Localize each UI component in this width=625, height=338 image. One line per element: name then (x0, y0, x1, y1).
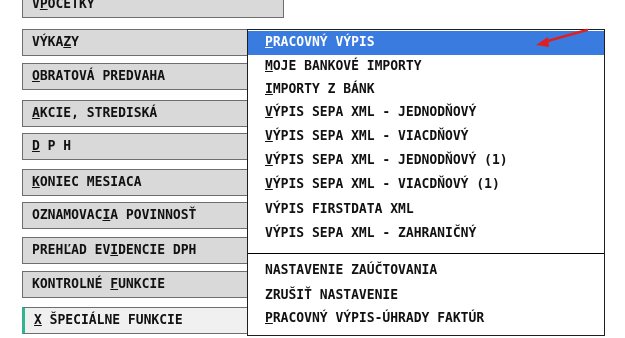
menu-item-label: VÝPIS FIRSTDATA XML (265, 202, 414, 217)
menu-item-hotkey: M (265, 59, 273, 74)
menu-item-label: RACOVNÝ VÝPIS (272, 35, 375, 50)
sidebar-item-label: A POVINNOSŤ (110, 208, 197, 223)
sidebar-item-label-prefix: V (32, 0, 40, 12)
menu-item-vypis-sepa-viacdnovy-1[interactable]: VÝPIS SEPA XML - VIACDŇOVÝ (1) (248, 173, 604, 197)
sidebar-item-prehlad-evidencie-dph[interactable]: PREHĽAD EVIDENCIE DPH (22, 237, 284, 264)
application-window: VPOČETKY VÝKAZY OBRATOVÁ PREDVAHA AKCIE,… (0, 0, 625, 338)
sidebar-item-hotkey: P (39, 0, 48, 12)
menu-item-label: NASTAVENIE ZAÚČTOVANIA (265, 263, 438, 278)
menu-item-hotkey: V (265, 129, 273, 144)
sidebar-item-label-prefix: OZNAMOVAC (32, 208, 103, 223)
menu-item-hotkey: V (265, 105, 273, 120)
sidebar-item-obratova-predvaha[interactable]: OBRATOVÁ PREDVAHA (22, 63, 284, 90)
sidebar-item-label: P H (39, 139, 72, 154)
sidebar-item-koniec-mesiaca[interactable]: KONIEC MESIACA (22, 169, 284, 196)
sidebar-item-hotkey: I (110, 243, 119, 258)
menu-item-importy-z-bank[interactable]: IMPORTY Z BÁNK (248, 78, 604, 102)
menu-item-vypis-sepa-jednodnovy-1[interactable]: VÝPIS SEPA XML - JEDNODŇOVÝ (1) (248, 149, 604, 173)
sidebar-item-kontrolne-funkcie[interactable]: KONTROLNÉ FUNKCIE (22, 271, 284, 298)
menu-item-label: ÝPIS SEPA XML - VIACDŇOVÝ (272, 129, 469, 144)
menu-item-hotkey: P (265, 311, 273, 326)
sidebar-item-hotkey: F (110, 277, 119, 292)
menu-item-hotkey: P (265, 35, 273, 50)
sidebar-item-oznamovacia-povinnost[interactable]: OZNAMOVACIA POVINNOSŤ (22, 202, 284, 229)
sidebar-item-label: UNKCIE (118, 277, 166, 292)
menu-item-hotkey: I (265, 82, 273, 97)
red-arrow-icon (536, 28, 589, 47)
menu-item-label: OJE BANKOVÉ IMPORTY (272, 59, 422, 74)
sidebar-item-hotkey: Z (63, 35, 72, 50)
menu-item-label: MPORTY Z BÁNK (272, 82, 375, 97)
menu-item-hotkey: V (265, 177, 273, 192)
sidebar-item-label-prefix: VÝKA (32, 35, 64, 50)
sidebar-item-vpocetky[interactable]: VPOČETKY (22, 0, 284, 18)
sidebar-item-hotkey: K (32, 175, 40, 190)
sidebar-item-vykazy[interactable]: VÝKAZY (22, 29, 284, 56)
menu-item-vypis-firstdata-xml[interactable]: VÝPIS FIRSTDATA XML (248, 198, 604, 222)
menu-item-nastavenie-zauctovania[interactable]: NASTAVENIE ZAÚČTOVANIA (248, 259, 604, 283)
sidebar-item-hotkey: D (32, 139, 40, 154)
sidebar-item-dph[interactable]: D P H (22, 133, 284, 160)
menu-item-label: VÝPIS SEPA XML - ZAHRANIČNÝ (265, 226, 477, 241)
sidebar-item-label-prefix: KONTROLNÉ (32, 277, 111, 292)
sidebar-item-label: OČETKY (47, 0, 95, 12)
submenu-dropdown: PRACOVNÝ VÝPIS MOJE BANKOVÉ IMPORTY IMPO… (247, 29, 605, 336)
sidebar-item-akcie-strediska[interactable]: AKCIE, STREDISKÁ (22, 100, 284, 127)
menu-item-zrusit-nastavenie[interactable]: ZRUŠIŤ NASTAVENIE (248, 284, 604, 308)
sidebar-item-label: Y (71, 35, 79, 50)
menu-item-vypis-sepa-zahranicny[interactable]: VÝPIS SEPA XML - ZAHRANIČNÝ (248, 222, 604, 246)
menu-item-label: RACOVNÝ VÝPIS-ÚHRADY FAKTÚR (272, 311, 485, 326)
sidebar-item-label: KCIE, STREDISKÁ (39, 106, 158, 121)
sidebar-item-label: ŠPECIÁLNE FUNKCIE (41, 313, 183, 328)
menu-separator (248, 253, 604, 254)
sidebar-item-hotkey: A (32, 106, 40, 121)
menu-item-hotkey: V (265, 153, 273, 168)
menu-item-pracovny-vypis-uhrady-faktur[interactable]: PRACOVNÝ VÝPIS-ÚHRADY FAKTÚR (248, 307, 604, 331)
sidebar-item-specialne-funkcie[interactable]: X ŠPECIÁLNE FUNKCIE (22, 307, 284, 334)
menu-item-moje-bankove-importy[interactable]: MOJE BANKOVÉ IMPORTY (248, 55, 604, 79)
sidebar-item-label-prefix: PREHĽAD EV (32, 243, 111, 258)
sidebar-item-label: ONIEC MESIACA (39, 175, 142, 190)
menu-item-label: ÝPIS SEPA XML - JEDNODŇOVÝ (272, 105, 477, 120)
sidebar-item-label: BRATOVÁ PREDVAHA (39, 69, 166, 84)
menu-item-label: ÝPIS SEPA XML - JEDNODŇOVÝ (1) (272, 153, 508, 168)
menu-item-label: ZRUŠIŤ NASTAVENIE (265, 288, 399, 303)
menu-item-vypis-sepa-viacdnovy[interactable]: VÝPIS SEPA XML - VIACDŇOVÝ (248, 125, 604, 149)
sidebar-item-hotkey: X (34, 313, 42, 328)
menu-item-vypis-sepa-jednodnovy[interactable]: VÝPIS SEPA XML - JEDNODŇOVÝ (248, 101, 604, 125)
sidebar-item-label: DENCIE DPH (118, 243, 197, 258)
sidebar-item-hotkey: O (32, 69, 40, 84)
menu-item-label: ÝPIS SEPA XML - VIACDŇOVÝ (1) (272, 177, 500, 192)
